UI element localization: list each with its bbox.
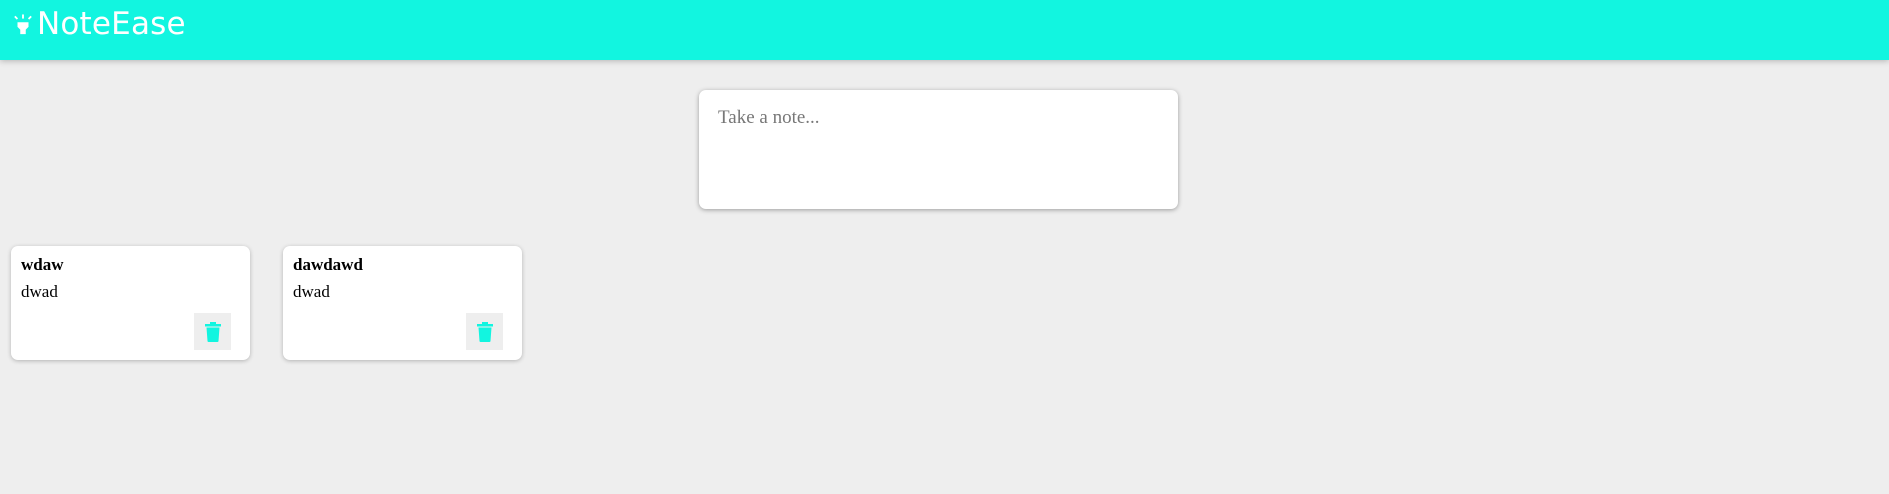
note-content: dwad bbox=[21, 282, 58, 301]
note-content-input[interactable] bbox=[718, 107, 1158, 197]
note-composer bbox=[699, 90, 1178, 209]
highlight-icon bbox=[14, 14, 32, 35]
note-card: dawdawd dwad bbox=[283, 246, 522, 360]
delete-note-button[interactable] bbox=[194, 313, 231, 350]
note-title: dawdawd bbox=[293, 255, 363, 274]
note-title: wdaw bbox=[21, 255, 64, 274]
delete-note-button[interactable] bbox=[466, 313, 503, 350]
brand: NoteEase bbox=[12, 4, 186, 44]
brand-name: NoteEase bbox=[37, 6, 186, 42]
note-card: wdaw dwad bbox=[11, 246, 250, 360]
trash-icon bbox=[476, 321, 493, 342]
app-header: NoteEase bbox=[0, 0, 1889, 60]
trash-icon bbox=[204, 321, 221, 342]
note-content: dwad bbox=[293, 282, 330, 301]
